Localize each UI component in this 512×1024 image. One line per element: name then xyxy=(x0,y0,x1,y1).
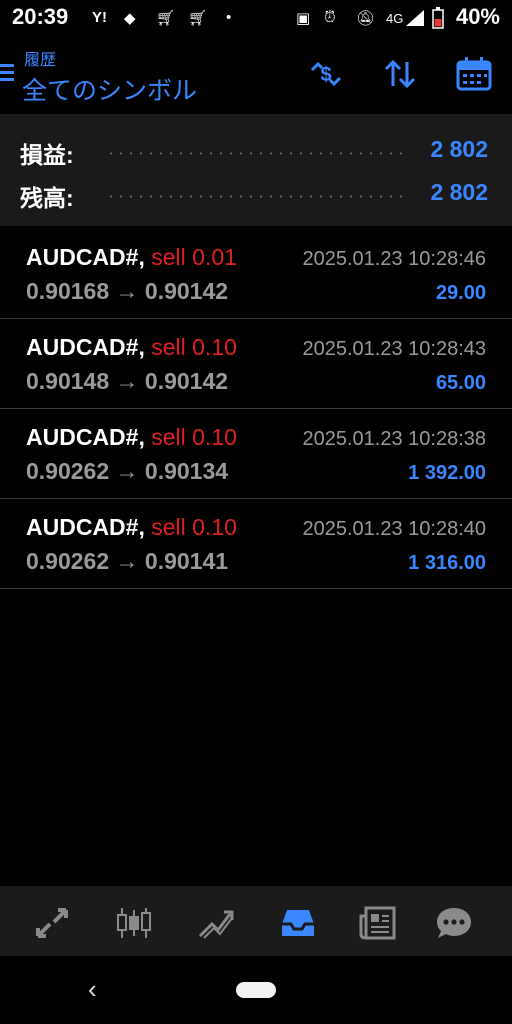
trade-row[interactable]: AUDCAD#, sell 0.10 0.90262 → 0.90141 202… xyxy=(0,498,512,589)
trade-symbol-line: AUDCAD#, sell 0.01 xyxy=(26,244,237,271)
trade-prices: 0.90148 → 0.90142 xyxy=(26,368,228,395)
arrow-icon: → xyxy=(115,458,139,484)
arrow-icon: → xyxy=(115,278,139,304)
svg-text:$: $ xyxy=(320,64,331,86)
open-price: 0.90148 xyxy=(26,368,110,394)
trade-symbol: AUDCAD#, xyxy=(26,334,145,360)
profit-label: 損益: xyxy=(20,142,74,168)
close-price: 0.90142 xyxy=(144,368,229,394)
trade-side: sell 0.01 xyxy=(151,244,237,270)
history-icon[interactable] xyxy=(278,906,318,940)
trade-symbol: AUDCAD#, xyxy=(26,514,145,540)
trade-symbol: AUDCAD#, xyxy=(26,244,145,270)
status-time: 20:39 xyxy=(12,4,69,29)
close-price: 0.90134 xyxy=(144,458,229,484)
dot-icon: • xyxy=(226,9,232,26)
mute-icon: 🔕︎ xyxy=(356,10,376,27)
open-price: 0.90168 xyxy=(26,278,110,304)
header-subtitle: 履歴 xyxy=(24,52,57,69)
trade-time: 2025.01.23 10:28:43 xyxy=(302,338,486,360)
dotted-leader xyxy=(106,152,406,155)
currency-swap-icon[interactable]: $ xyxy=(306,56,346,92)
open-price: 0.90262 xyxy=(26,548,110,574)
trade-time: 2025.01.23 10:28:46 xyxy=(302,248,486,270)
box-icon: ◆ xyxy=(124,10,136,27)
bottom-nav xyxy=(0,886,512,956)
trade-profit: 29.00 xyxy=(435,282,486,304)
back-button[interactable]: ‹ xyxy=(88,974,97,1005)
balance-value: 2 802 xyxy=(430,179,488,205)
trade-prices: 0.90168 → 0.90142 xyxy=(26,278,228,305)
trade-row[interactable]: AUDCAD#, sell 0.10 0.90148 → 0.90142 202… xyxy=(0,318,512,409)
trade-time: 2025.01.23 10:28:40 xyxy=(302,518,486,540)
trade-profit: 1 392.00 xyxy=(408,462,486,484)
quotes-icon[interactable] xyxy=(32,906,72,940)
status-bar: 20:39 Y! ◆ 🛒︎ 🛒︎ • ▣ ⏰︎ 🔕︎ 4G 40% xyxy=(0,0,512,36)
alarm-icon: ⏰︎ xyxy=(324,9,336,26)
cart-icon: 🛒︎ xyxy=(188,10,208,27)
chart-icon[interactable] xyxy=(114,906,154,940)
news-icon[interactable] xyxy=(358,906,398,940)
close-price: 0.90141 xyxy=(144,548,229,574)
trade-profit: 65.00 xyxy=(435,372,486,394)
open-price: 0.90262 xyxy=(26,458,110,484)
cast-icon: ▣ xyxy=(296,10,311,27)
trade-symbol-line: AUDCAD#, sell 0.10 xyxy=(26,424,237,451)
menu-icon[interactable] xyxy=(0,64,14,82)
trade-row[interactable]: AUDCAD#, sell 0.10 0.90262 → 0.90134 202… xyxy=(0,408,512,499)
trade-side: sell 0.10 xyxy=(151,514,237,540)
balance-label: 残高: xyxy=(20,185,74,211)
trade-symbol: AUDCAD#, xyxy=(26,424,145,450)
trade-time: 2025.01.23 10:28:38 xyxy=(302,428,486,450)
trade-symbol-line: AUDCAD#, sell 0.10 xyxy=(26,334,237,361)
summary-panel: 損益: 2 802 残高: 2 802 xyxy=(0,114,512,226)
trade-symbol-line: AUDCAD#, sell 0.10 xyxy=(26,514,237,541)
trade-icon[interactable] xyxy=(196,906,236,940)
arrow-icon: → xyxy=(115,368,139,394)
home-button[interactable] xyxy=(236,982,276,998)
arrow-icon: → xyxy=(115,548,139,574)
calendar-icon[interactable] xyxy=(454,56,494,92)
trade-side: sell 0.10 xyxy=(151,424,237,450)
trade-prices: 0.90262 → 0.90141 xyxy=(26,548,228,575)
yahoo-icon: Y! xyxy=(92,9,107,26)
network-type: 4G xyxy=(386,11,404,26)
cart-icon: 🛒︎ xyxy=(156,10,176,27)
sort-icon[interactable] xyxy=(380,56,420,92)
symbol-filter-title[interactable]: 全てのシンボル xyxy=(22,71,197,107)
battery-percent: 40% xyxy=(455,4,500,29)
close-price: 0.90142 xyxy=(144,278,229,304)
trade-side: sell 0.10 xyxy=(151,334,237,360)
profit-value: 2 802 xyxy=(430,136,488,162)
dotted-leader xyxy=(106,195,406,198)
chat-icon[interactable] xyxy=(434,906,474,940)
trade-prices: 0.90262 → 0.90134 xyxy=(26,458,228,485)
trade-profit: 1 316.00 xyxy=(408,552,486,574)
battery-icon xyxy=(432,7,444,29)
signal-icon xyxy=(406,10,424,26)
trade-row[interactable]: AUDCAD#, sell 0.01 0.90168 → 0.90142 202… xyxy=(0,228,512,319)
